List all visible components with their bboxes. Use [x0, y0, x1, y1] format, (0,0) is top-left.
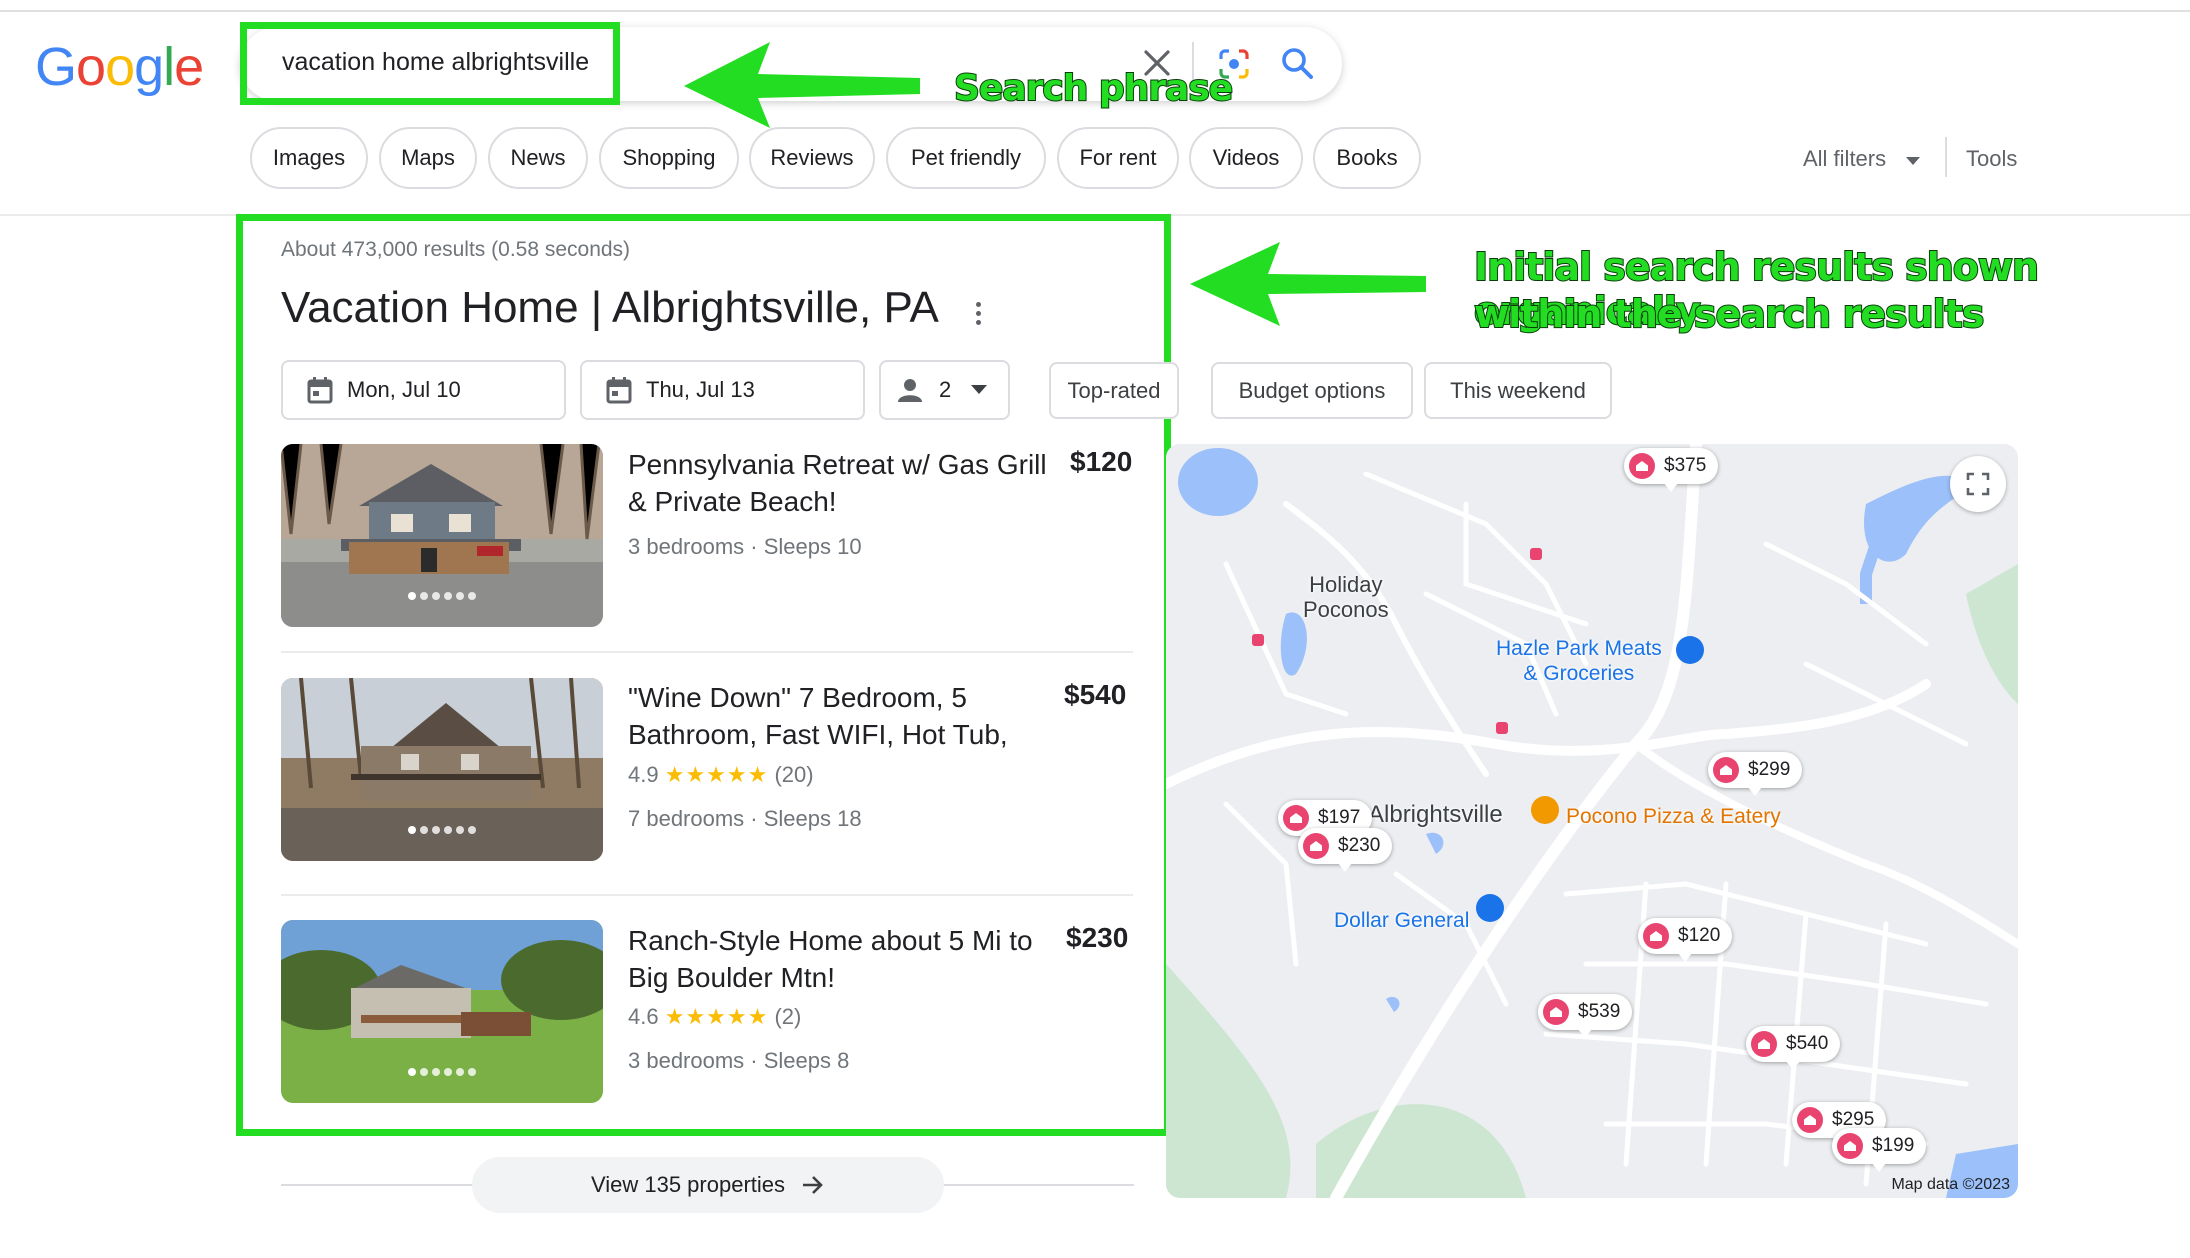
- rating-value: 4.6: [628, 1004, 659, 1029]
- arrow-right-icon: [803, 1176, 823, 1194]
- listing-photo[interactable]: [281, 920, 603, 1103]
- guests-count: 2: [939, 377, 952, 402]
- map-place-hazle-park[interactable]: Hazle Park Meats & Groceries: [1496, 636, 1662, 686]
- expand-map-button[interactable]: [1950, 456, 2006, 512]
- map-price-marker[interactable]: $299: [1708, 752, 1803, 796]
- map-price-marker[interactable]: $375: [1624, 448, 1719, 492]
- home-icon: [1797, 1107, 1823, 1133]
- calendar-icon: [307, 377, 333, 404]
- view-all-line-right: [944, 1184, 1134, 1186]
- checkin-date-picker[interactable]: Mon, Jul 10: [281, 360, 566, 420]
- top-border: [0, 0, 2190, 12]
- listing-title[interactable]: Pennsylvania Retreat w/ Gas Grill & Priv…: [628, 446, 1058, 520]
- map-price-marker[interactable]: $539: [1538, 994, 1633, 1038]
- filter-chip-maps[interactable]: Maps: [379, 127, 477, 189]
- listing-price: $120: [1070, 446, 1133, 477]
- review-count[interactable]: (2): [774, 1004, 801, 1029]
- listing-photo[interactable]: [281, 678, 603, 861]
- map-price-marker[interactable]: $230: [1298, 828, 1393, 872]
- map-place-albrightsville[interactable]: Albrightsville: [1368, 802, 1503, 827]
- listing-photo[interactable]: [281, 444, 603, 627]
- view-all-line-left: [281, 1184, 473, 1186]
- rating-value: 4.9: [628, 762, 659, 787]
- search-icon[interactable]: [1279, 45, 1315, 81]
- calendar-icon: [606, 377, 632, 404]
- checkin-date-label: Mon, Jul 10: [347, 377, 461, 402]
- results-arrow: [1190, 242, 1426, 326]
- filter-chip-pet-friendly[interactable]: Pet friendly: [886, 127, 1046, 189]
- listing-details: 3 bedrooms · Sleeps 10: [628, 534, 862, 559]
- map-place-pocono-pizza[interactable]: Pocono Pizza & Eatery: [1566, 804, 1781, 829]
- map-price-marker[interactable]: $120: [1638, 918, 1733, 962]
- listing-price: $230: [1066, 922, 1129, 953]
- home-icon: [1751, 1031, 1777, 1057]
- results-annotation-line2: within the search results: [1473, 291, 1985, 337]
- map-place-dollar-general[interactable]: Dollar General: [1334, 908, 1469, 933]
- search-phrase-arrow: [684, 42, 920, 128]
- more-options-icon[interactable]: [975, 302, 983, 328]
- home-icon: [1629, 453, 1655, 479]
- guests-selector[interactable]: 2: [879, 360, 1010, 420]
- results-map[interactable]: Holiday Poconos Hazle Park Meats & Groceri…: [1166, 444, 2018, 1198]
- budget-options-chip[interactable]: Budget options: [1211, 362, 1413, 419]
- search-input[interactable]: vacation home albrightsville: [282, 48, 589, 77]
- listing-title[interactable]: "Wine Down" 7 Bedroom, 5 Bathroom, Fast …: [628, 679, 1058, 753]
- filter-chip-reviews[interactable]: Reviews: [749, 127, 875, 189]
- listing-details: 7 bedrooms · Sleeps 18: [628, 806, 862, 831]
- listing-details: 3 bedrooms · Sleeps 8: [628, 1048, 850, 1073]
- toolbar-divider: [1945, 137, 1947, 177]
- page-title: Vacation Home | Albrightsville, PA: [281, 283, 939, 332]
- review-count[interactable]: (20): [774, 762, 813, 787]
- view-all-properties-button[interactable]: View 135 properties: [472, 1157, 944, 1213]
- view-all-label: View 135 properties: [590, 1172, 786, 1197]
- map-price-marker[interactable]: $540: [1746, 1026, 1841, 1070]
- map-place-holiday-poconos[interactable]: Holiday Poconos: [1303, 572, 1389, 622]
- top-rated-chip[interactable]: Top-rated: [1049, 362, 1179, 419]
- home-icon: [1643, 923, 1669, 949]
- checkout-date-picker[interactable]: Thu, Jul 13: [580, 360, 865, 420]
- filter-chip-news[interactable]: News: [488, 127, 588, 189]
- star-rating-icon: ★★★★★: [664, 1004, 769, 1029]
- home-icon: [1837, 1133, 1863, 1159]
- home-icon: [1283, 805, 1309, 831]
- star-rating-icon: ★★★★★: [664, 762, 769, 787]
- shopping-bag-icon[interactable]: [1476, 894, 1504, 922]
- home-icon: [1303, 833, 1329, 859]
- home-icon: [1713, 757, 1739, 783]
- result-divider: [281, 894, 1133, 896]
- person-icon: [898, 379, 922, 402]
- filter-chip-books[interactable]: Books: [1313, 127, 1421, 189]
- filter-chip-shopping[interactable]: Shopping: [599, 127, 739, 189]
- google-logo[interactable]: Google: [35, 36, 204, 98]
- map-price-marker[interactable]: $199: [1832, 1128, 1927, 1172]
- listing-rating: 4.6 ★★★★★ (2): [628, 1004, 801, 1030]
- shopping-cart-icon[interactable]: [1676, 636, 1704, 664]
- dropdown-arrow-icon: [971, 385, 988, 394]
- chevron-down-icon: [1906, 157, 1920, 165]
- home-icon: [1543, 999, 1569, 1025]
- checkout-date-label: Thu, Jul 13: [646, 377, 755, 402]
- map-attribution[interactable]: Map data ©2023: [1891, 1176, 2010, 1194]
- filter-chip-images[interactable]: Images: [250, 127, 368, 189]
- listing-price: $540: [1064, 679, 1127, 710]
- listing-title[interactable]: Ranch-Style Home about 5 Mi to Big Bould…: [628, 922, 1058, 996]
- tools-button[interactable]: Tools: [1966, 146, 2017, 172]
- fullscreen-icon: [1966, 472, 1990, 496]
- filter-chip-videos[interactable]: Videos: [1189, 127, 1303, 189]
- restaurant-icon[interactable]: [1531, 796, 1559, 824]
- listing-rating: 4.9 ★★★★★ (20): [628, 762, 814, 788]
- this-weekend-chip[interactable]: This weekend: [1424, 362, 1612, 419]
- search-phrase-annotation: Search phrase: [953, 67, 1234, 110]
- result-divider: [281, 651, 1133, 653]
- filter-chip-for-rent[interactable]: For rent: [1057, 127, 1179, 189]
- result-stats: About 473,000 results (0.58 seconds): [281, 238, 631, 261]
- all-filters-button[interactable]: All filters: [1803, 146, 1886, 172]
